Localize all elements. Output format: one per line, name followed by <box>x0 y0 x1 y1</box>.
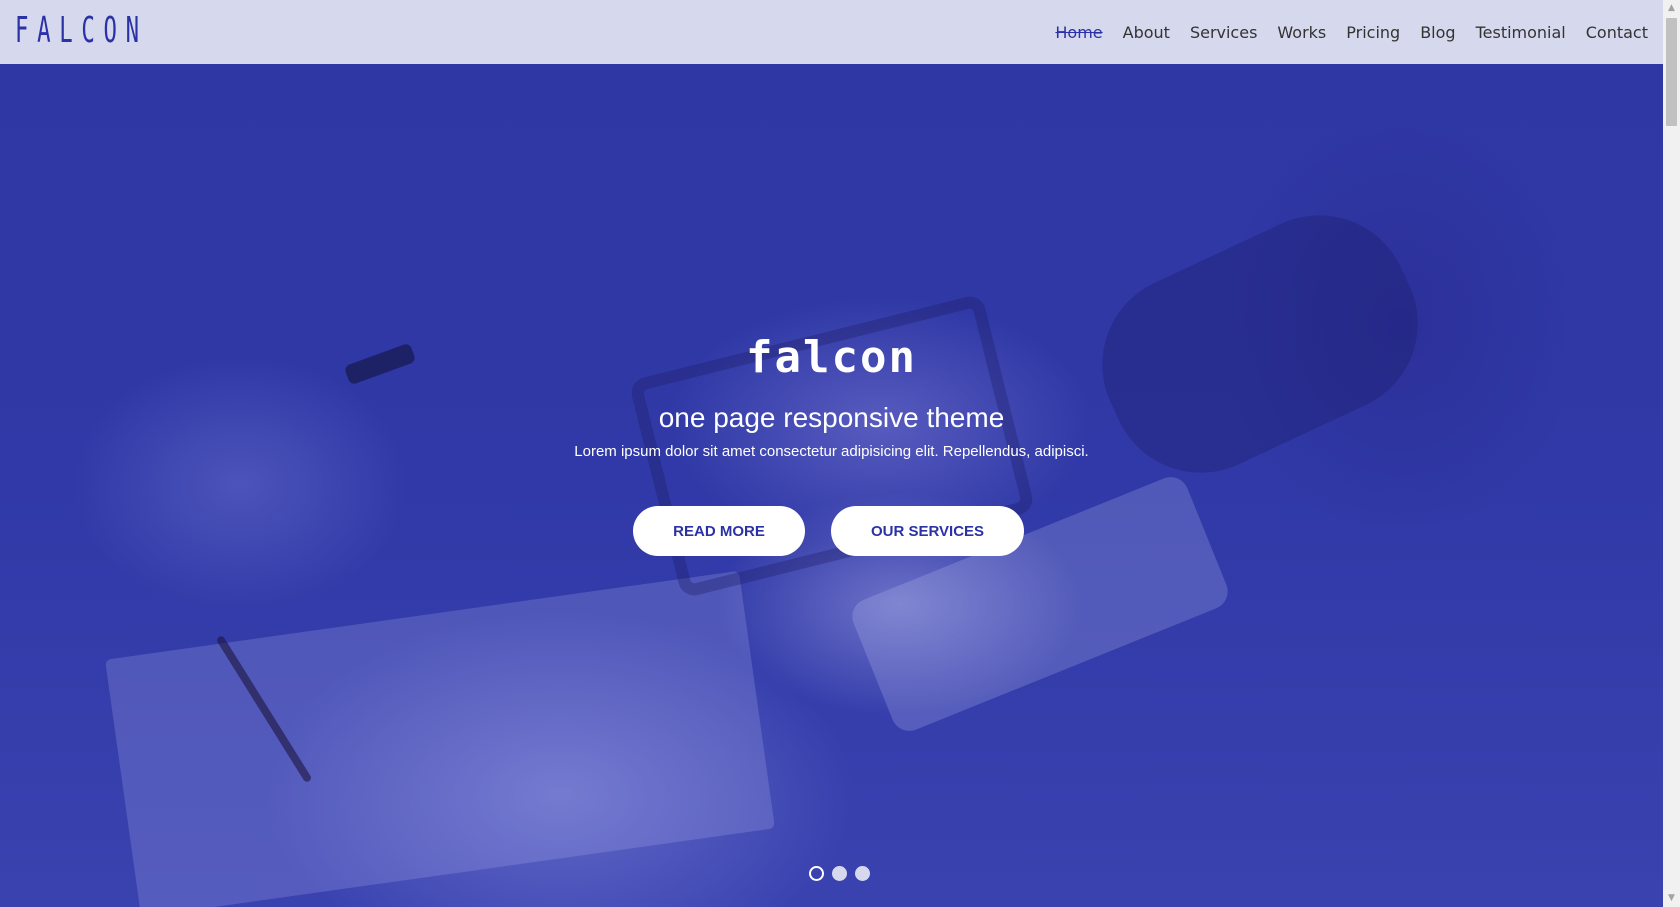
nav-item-pricing[interactable]: Pricing <box>1346 23 1400 42</box>
vertical-scrollbar[interactable]: ▲ ▼ <box>1663 0 1680 907</box>
slider-dot-3[interactable] <box>854 866 870 881</box>
nav-item-about[interactable]: About <box>1123 23 1170 42</box>
hero-description: Lorem ipsum dolor sit amet consectetur a… <box>574 443 1089 460</box>
navbar: FALCON Home About Services Works Pricing… <box>0 0 1663 64</box>
nav-item-services[interactable]: Services <box>1190 23 1257 42</box>
triangle-down-icon[interactable]: ▼ <box>1663 890 1680 907</box>
slider-dot-2[interactable] <box>831 866 847 881</box>
nav-item-contact[interactable]: Contact <box>1586 23 1648 42</box>
nav-item-home[interactable]: Home <box>1055 23 1102 42</box>
nav-item-works[interactable]: Works <box>1277 23 1326 42</box>
read-more-button[interactable]: READ MORE <box>633 506 805 556</box>
background-paper-shape <box>105 570 775 907</box>
slider-dots <box>0 866 1663 881</box>
hero-subtitle: one page responsive theme <box>658 402 1005 433</box>
triangle-up-icon[interactable]: ▲ <box>1663 0 1680 17</box>
nav-item-testimonial[interactable]: Testimonial <box>1476 23 1566 42</box>
nav-item-blog[interactable]: Blog <box>1420 23 1455 42</box>
main-nav: Home About Services Works Pricing Blog T… <box>1055 0 1648 64</box>
scrollbar-thumb[interactable] <box>1666 18 1677 126</box>
hero-title: falcon <box>746 332 917 383</box>
slider-dot-1[interactable] <box>808 866 824 881</box>
our-services-button[interactable]: OUR SERVICES <box>831 506 1024 556</box>
hero-section: falcon one page responsive theme Lorem i… <box>0 64 1663 907</box>
brand-logo[interactable]: FALCON <box>15 10 148 52</box>
